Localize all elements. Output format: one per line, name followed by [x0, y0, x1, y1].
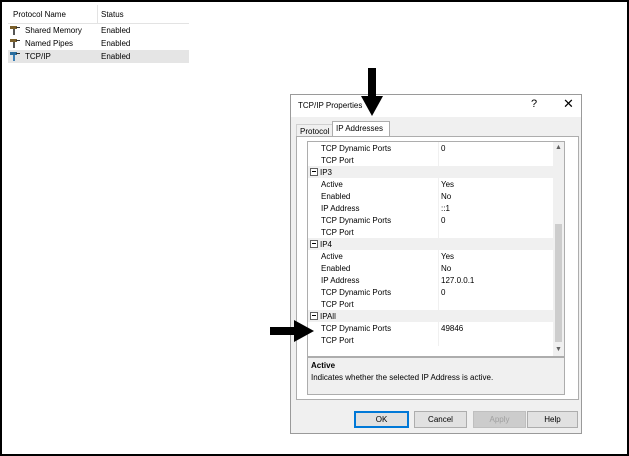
- grid-property-row[interactable]: TCP Port: [308, 226, 553, 238]
- grid-property-row[interactable]: IP Address 127.0.0.1: [308, 274, 553, 286]
- grid-column-separator: [438, 298, 439, 310]
- grid-property-label: TCP Port: [321, 156, 354, 165]
- tcpip-properties-dialog: TCP/IP Properties ? ✕ Protocol IP Addres…: [290, 94, 582, 434]
- grid-property-value[interactable]: 0: [441, 288, 445, 297]
- right-arrow-icon: [270, 320, 314, 342]
- grid-category-label: IPAll: [320, 312, 336, 321]
- grid-property-label: IP Address: [321, 276, 360, 285]
- grid-property-value[interactable]: 127.0.0.1: [441, 276, 474, 285]
- protocol-name: TCP/IP: [25, 52, 51, 61]
- column-header-status[interactable]: Status: [101, 10, 124, 19]
- grid-property-label: TCP Dynamic Ports: [321, 216, 392, 225]
- grid-column-separator: [438, 262, 439, 274]
- grid-property-value[interactable]: No: [441, 264, 451, 273]
- grid-category-row[interactable]: IPAll: [308, 310, 553, 322]
- vertical-scrollbar[interactable]: ▲ ▼: [553, 142, 564, 356]
- help-button[interactable]: Help: [527, 411, 578, 428]
- grid-column-separator: [438, 250, 439, 262]
- grid-property-row[interactable]: Active Yes: [308, 178, 553, 190]
- grid-property-row[interactable]: TCP Port: [308, 334, 553, 346]
- down-arrow-icon: [361, 68, 383, 116]
- grid-column-separator: [438, 286, 439, 298]
- grid-property-label: Active: [321, 180, 343, 189]
- dialog-titlebar[interactable]: TCP/IP Properties ? ✕: [291, 95, 581, 117]
- grid-category-label: IP3: [320, 168, 333, 177]
- scrollbar-thumb[interactable]: [555, 224, 562, 342]
- grid-property-label: TCP Dynamic Ports: [321, 288, 392, 297]
- grid-property-value[interactable]: ::1: [441, 204, 450, 213]
- property-grid: TCP Dynamic Ports 0 TCP Port IP3 Active Yes En…: [307, 141, 565, 357]
- dialog-title: TCP/IP Properties: [298, 101, 363, 110]
- grid-column-separator: [438, 322, 439, 334]
- collapse-icon[interactable]: [310, 168, 318, 176]
- protocol-status: Enabled: [101, 26, 131, 35]
- list-item[interactable]: Shared Memory Enabled: [8, 24, 189, 37]
- protocol-status: Enabled: [101, 39, 131, 48]
- grid-category-row[interactable]: IP4: [308, 238, 553, 250]
- grid-property-row[interactable]: TCP Dynamic Ports 49846: [308, 322, 553, 334]
- collapse-icon[interactable]: [310, 240, 318, 248]
- grid-property-row[interactable]: TCP Port: [308, 298, 553, 310]
- close-icon[interactable]: ✕: [563, 96, 574, 112]
- apply-button[interactable]: Apply: [473, 411, 526, 428]
- grid-property-value[interactable]: Yes: [441, 180, 454, 189]
- help-icon[interactable]: ?: [531, 98, 537, 110]
- ok-button[interactable]: OK: [354, 411, 409, 428]
- collapse-icon[interactable]: [310, 312, 318, 320]
- grid-property-value[interactable]: No: [441, 192, 451, 201]
- grid-property-row[interactable]: Enabled No: [308, 262, 553, 274]
- grid-column-separator: [438, 202, 439, 214]
- grid-property-label: TCP Port: [321, 300, 354, 309]
- grid-property-row[interactable]: TCP Dynamic Ports 0: [308, 286, 553, 298]
- tab-panel-ip-addresses: TCP Dynamic Ports 0 TCP Port IP3 Active Yes En…: [296, 136, 579, 400]
- protocol-list: Protocol Name Status Shared Memory Enabl…: [8, 5, 189, 63]
- protocol-name: Named Pipes: [25, 39, 74, 48]
- grid-column-separator: [438, 334, 439, 346]
- cancel-button[interactable]: Cancel: [414, 411, 467, 428]
- grid-property-label: Active: [321, 252, 343, 261]
- grid-property-label: Enabled: [321, 192, 351, 201]
- list-item[interactable]: Named Pipes Enabled: [8, 37, 189, 50]
- grid-property-label: TCP Dynamic Ports: [321, 324, 392, 333]
- protocol-icon: [10, 39, 20, 48]
- grid-column-separator: [438, 178, 439, 190]
- grid-column-separator: [438, 190, 439, 202]
- protocol-icon: [10, 52, 20, 61]
- scroll-up-icon[interactable]: ▲: [554, 143, 563, 152]
- grid-property-value[interactable]: 0: [441, 144, 445, 153]
- grid-column-separator: [438, 214, 439, 226]
- grid-property-label: TCP Dynamic Ports: [321, 144, 392, 153]
- description-text: Indicates whether the selected IP Addres…: [311, 373, 494, 382]
- protocol-name: Shared Memory: [25, 26, 82, 35]
- list-item-selected[interactable]: TCP/IP Enabled: [8, 50, 189, 63]
- list-header: Protocol Name Status: [8, 5, 189, 24]
- column-separator[interactable]: [97, 5, 98, 23]
- grid-column-separator: [438, 274, 439, 286]
- grid-category-row[interactable]: IP3: [308, 166, 553, 178]
- grid-column-separator: [438, 142, 439, 154]
- protocol-status: Enabled: [101, 52, 131, 61]
- grid-property-label: IP Address: [321, 204, 360, 213]
- grid-property-row[interactable]: TCP Dynamic Ports 0: [308, 142, 553, 154]
- grid-property-label: TCP Port: [321, 336, 354, 345]
- column-header-protocol-name[interactable]: Protocol Name: [13, 10, 66, 19]
- protocol-icon: [10, 26, 20, 35]
- grid-property-row[interactable]: TCP Port: [308, 154, 553, 166]
- grid-column-separator: [438, 154, 439, 166]
- grid-property-label: Enabled: [321, 264, 351, 273]
- grid-property-row[interactable]: TCP Dynamic Ports 0: [308, 214, 553, 226]
- grid-property-row[interactable]: Active Yes: [308, 250, 553, 262]
- grid-property-value[interactable]: Yes: [441, 252, 454, 261]
- grid-category-label: IP4: [320, 240, 333, 249]
- grid-property-value[interactable]: 0: [441, 216, 445, 225]
- grid-property-row[interactable]: Enabled No: [308, 190, 553, 202]
- description-title: Active: [311, 361, 336, 370]
- description-box: Active Indicates whether the selected IP…: [307, 357, 565, 395]
- grid-property-value[interactable]: 49846: [441, 324, 463, 333]
- grid-column-separator: [438, 226, 439, 238]
- scroll-down-icon[interactable]: ▼: [554, 345, 563, 354]
- grid-property-row[interactable]: IP Address::1: [308, 202, 553, 214]
- grid-property-label: TCP Port: [321, 228, 354, 237]
